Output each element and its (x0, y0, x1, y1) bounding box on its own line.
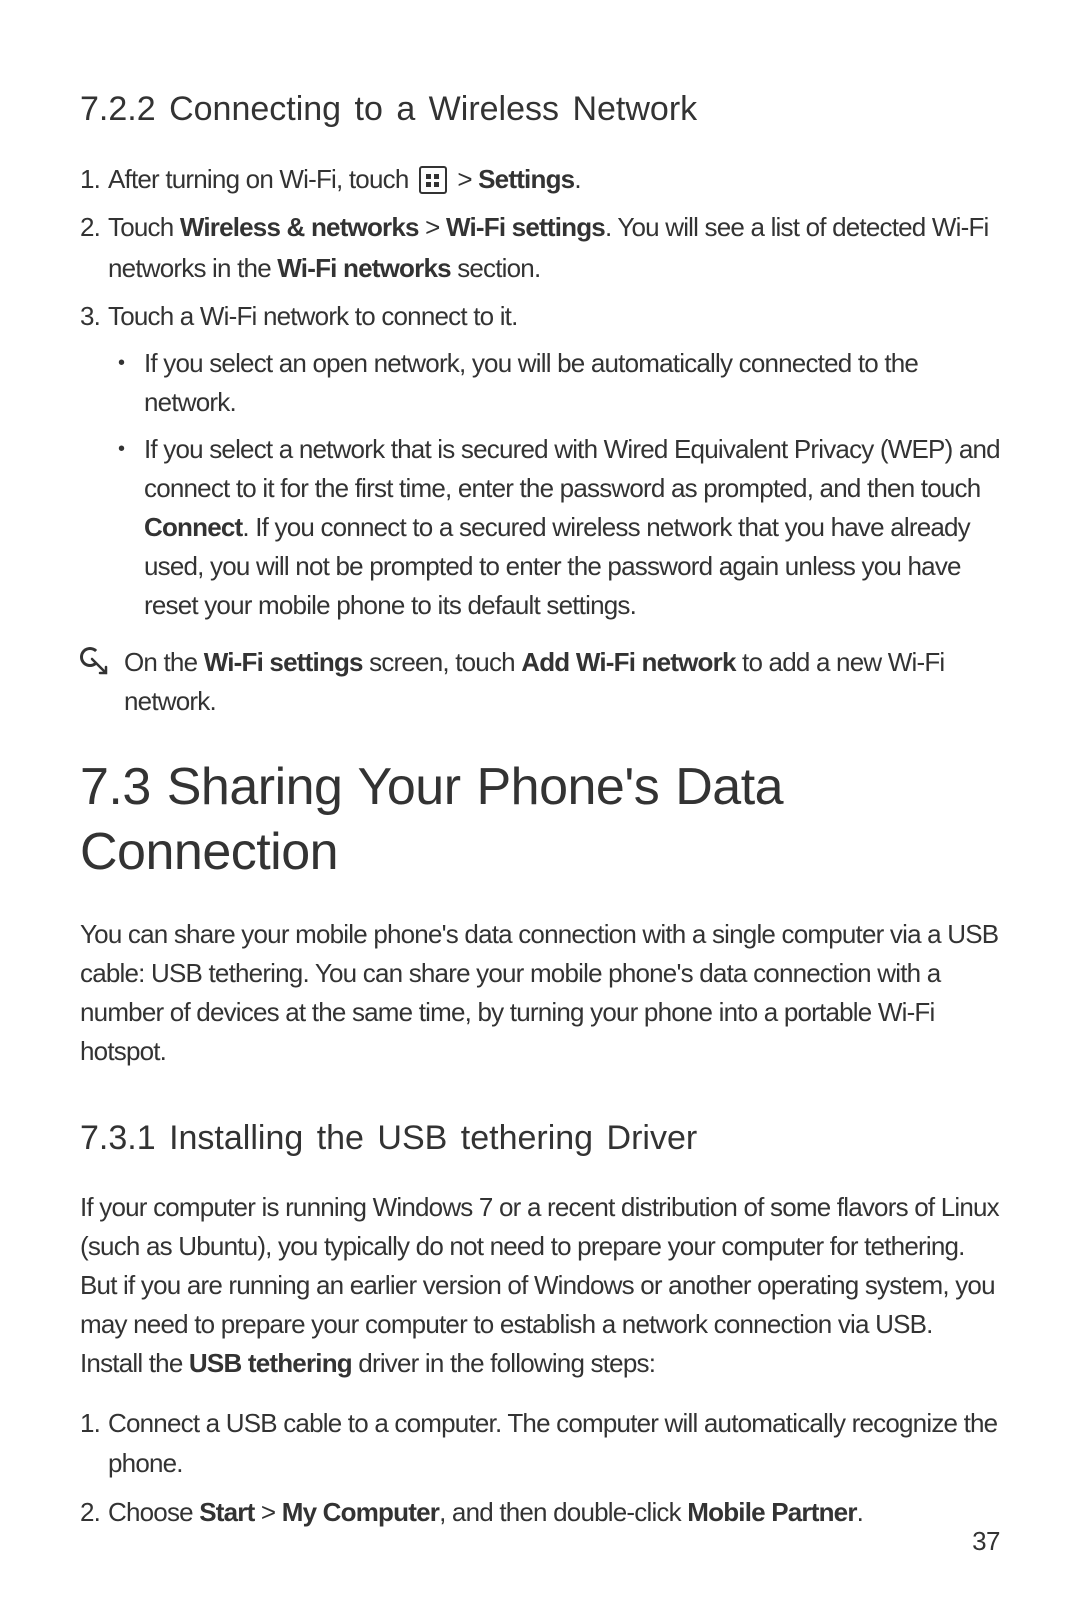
bullet-mark: • (118, 344, 144, 422)
paragraph: You can share your mobile phone's data c… (80, 915, 1000, 1071)
list-item: 2. Touch Wireless & networks > Wi-Fi set… (80, 207, 1000, 288)
list-number: 1. (80, 159, 108, 199)
apps-icon (419, 166, 447, 194)
heading-731: 7.3.1 Installing the USB tethering Drive… (80, 1119, 1000, 1158)
list-item: 1. Connect a USB cable to a computer. Th… (80, 1403, 1000, 1484)
list-item: 3. Touch a Wi-Fi network to connect to i… (80, 296, 1000, 336)
list-number: 3. (80, 296, 108, 336)
bullet-mark: • (118, 430, 144, 625)
note-icon (80, 645, 116, 677)
list-content: After turning on Wi-Fi, touch > Settings… (108, 159, 1000, 199)
note-content: On the Wi-Fi settings screen, touch Add … (124, 643, 1000, 721)
list-content: Connect a USB cable to a computer. The c… (108, 1403, 1000, 1484)
list-number: 1. (80, 1403, 108, 1443)
list-item: 2. Choose Start > My Computer, and then … (80, 1492, 1000, 1532)
bullet-content: If you select a network that is secured … (144, 430, 1000, 625)
heading-73: 7.3 Sharing Your Phone's Data Connection (80, 755, 1000, 885)
list-content: Touch a Wi-Fi network to connect to it. (108, 296, 1000, 336)
sub-bullet: • If you select an open network, you wil… (118, 344, 1000, 422)
list-content: Choose Start > My Computer, and then dou… (108, 1492, 1000, 1532)
list-number: 2. (80, 207, 108, 247)
list-number: 2. (80, 1492, 108, 1532)
heading-722: 7.2.2 Connecting to a Wireless Network (80, 90, 1000, 129)
page-number: 37 (972, 1526, 1000, 1557)
bullet-content: If you select an open network, you will … (144, 344, 1000, 422)
note: On the Wi-Fi settings screen, touch Add … (80, 643, 1000, 721)
sub-bullet: • If you select a network that is secure… (118, 430, 1000, 625)
list-content: Touch Wireless & networks > Wi-Fi settin… (108, 207, 1000, 288)
paragraph: If your computer is running Windows 7 or… (80, 1188, 1000, 1383)
list-item: 1. After turning on Wi-Fi, touch > Setti… (80, 159, 1000, 199)
